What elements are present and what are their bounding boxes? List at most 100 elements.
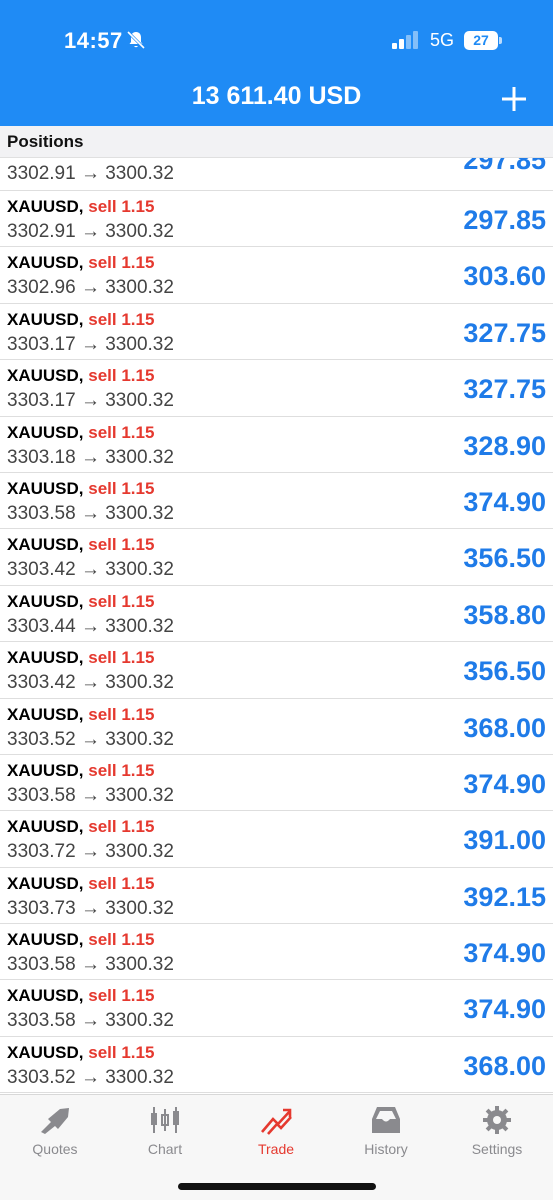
position-row[interactable]: XAUUSD, sell 1.15 3303.72 → 3300.32 391.… — [0, 811, 553, 868]
position-side: sell 1.15 — [88, 704, 155, 724]
position-profit: 391.00 — [463, 825, 546, 856]
position-profit: 374.90 — [463, 938, 546, 969]
status-time: 14:57 — [64, 28, 123, 53]
symbol-text: XAUUSD, — [7, 1042, 84, 1062]
position-profit: 374.90 — [463, 768, 546, 799]
position-prices: 3303.17 → 3300.32 — [7, 390, 174, 412]
symbol-text: XAUUSD, — [7, 535, 84, 555]
tab-label: Trade — [257, 1141, 295, 1157]
home-indicator[interactable] — [178, 1183, 376, 1190]
position-symbol: XAUUSD, sell 1.15 — [7, 479, 154, 499]
position-profit: 392.15 — [463, 881, 546, 912]
position-side: sell 1.15 — [88, 648, 155, 668]
position-symbol: XAUUSD, sell 1.15 — [7, 423, 154, 443]
symbol-text: XAUUSD, — [7, 309, 84, 329]
position-symbol: XAUUSD, sell 1.15 — [7, 986, 154, 1006]
battery-tip — [499, 37, 502, 44]
position-row[interactable]: XAUUSD, sell 1.15 3302.96 → 3300.32 303.… — [0, 247, 553, 304]
position-profit: 368.00 — [463, 712, 546, 743]
position-side: sell 1.15 — [88, 535, 155, 555]
position-row[interactable]: XAUUSD, sell 1.15 3303.18 → 3300.32 328.… — [0, 417, 553, 473]
position-side: sell 1.15 — [88, 817, 155, 837]
position-row[interactable]: XAUUSD, sell 1.15 3302.91 → 3300.32 297.… — [0, 191, 553, 248]
symbol-text: XAUUSD, — [7, 648, 84, 668]
positions-list[interactable]: 3302.91 → 3300.32 297.85 XAUUSD, sell 1.… — [0, 158, 553, 1094]
position-side: sell 1.15 — [88, 760, 155, 780]
position-row[interactable]: XAUUSD, sell 1.15 3303.58 → 3300.32 374.… — [0, 980, 553, 1037]
position-row[interactable]: XAUUSD, sell 1.15 3303.44 → 3300.32 358.… — [0, 586, 553, 643]
position-row[interactable]: XAUUSD, sell 1.15 3303.58 → 3300.32 374.… — [0, 473, 553, 530]
symbol-text: XAUUSD, — [7, 986, 84, 1006]
symbol-text: XAUUSD, — [7, 591, 84, 611]
position-prices: 3303.58 → 3300.32 — [7, 784, 174, 806]
position-side: sell 1.15 — [88, 478, 155, 498]
position-symbol: XAUUSD, sell 1.15 — [7, 817, 154, 837]
position-prices: 3302.91 → 3300.32 — [7, 163, 174, 184]
position-symbol: XAUUSD, sell 1.15 — [7, 705, 154, 725]
section-title: Positions — [7, 132, 84, 151]
position-side: sell 1.15 — [88, 930, 155, 950]
position-prices: 3302.91 → 3300.32 — [7, 221, 174, 242]
cellular-signal-icon — [392, 31, 418, 49]
position-row[interactable]: XAUUSD, sell 1.15 3303.52 → 3300.32 368.… — [0, 699, 553, 755]
bell-muted-icon — [126, 30, 146, 50]
tab-label: History — [364, 1141, 408, 1157]
position-symbol: XAUUSD, sell 1.15 — [7, 648, 154, 668]
top-header: 14:57 5G 27 13 611.40 USD — [0, 0, 553, 126]
symbol-text: XAUUSD, — [7, 253, 84, 273]
position-prices: 3303.58 → 3300.32 — [7, 502, 174, 524]
symbol-text: XAUUSD, — [7, 930, 84, 950]
position-profit: 328.90 — [463, 430, 546, 461]
tab-label: Chart — [147, 1141, 183, 1157]
position-profit: 327.75 — [463, 374, 546, 405]
positions-section-header: Positions — [0, 126, 553, 158]
tab-chart[interactable]: Chart — [110, 1095, 220, 1165]
position-row[interactable]: XAUUSD, sell 1.15 3303.17 → 3300.32 327.… — [0, 304, 553, 361]
history-icon — [372, 1107, 400, 1133]
position-prices: 3303.52 → 3300.32 — [7, 1066, 174, 1088]
position-prices: 3303.72 → 3300.32 — [7, 841, 174, 863]
position-row[interactable]: 3302.91 → 3300.32 297.85 — [0, 158, 553, 191]
position-row[interactable]: XAUUSD, sell 1.15 3303.42 → 3300.32 356.… — [0, 642, 553, 699]
position-row[interactable]: XAUUSD, sell 1.15 3303.17 → 3300.32 327.… — [0, 360, 553, 417]
symbol-text: XAUUSD, — [7, 704, 84, 724]
account-balance: 13 611.40 USD — [191, 82, 362, 110]
position-row[interactable]: XAUUSD, sell 1.15 3303.58 → 3300.32 374.… — [0, 755, 553, 812]
position-prices: 3303.42 → 3300.32 — [7, 672, 174, 694]
tab-history[interactable]: History — [331, 1095, 441, 1165]
position-symbol: XAUUSD, sell 1.15 — [7, 366, 154, 386]
tab-quotes[interactable]: Quotes — [0, 1095, 110, 1165]
position-symbol: XAUUSD, sell 1.15 — [7, 761, 154, 781]
position-side: sell 1.15 — [88, 253, 155, 273]
position-prices: 3303.17 → 3300.32 — [7, 333, 174, 355]
tab-label: Settings — [471, 1141, 523, 1157]
position-prices: 3303.44 → 3300.32 — [7, 615, 174, 637]
tab-trade[interactable]: Trade — [221, 1095, 331, 1165]
position-row[interactable]: XAUUSD, sell 1.15 3303.73 → 3300.32 392.… — [0, 868, 553, 925]
position-symbol: XAUUSD, sell 1.15 — [7, 253, 154, 273]
tab-settings[interactable]: Settings — [442, 1095, 552, 1165]
position-profit: 297.85 — [463, 205, 546, 235]
tab-label: Quotes — [32, 1141, 78, 1157]
position-row[interactable]: XAUUSD, sell 1.15 3303.42 → 3300.32 356.… — [0, 529, 553, 586]
add-order-button[interactable] — [498, 84, 530, 114]
position-symbol: XAUUSD, sell 1.15 — [7, 310, 154, 330]
position-profit: 356.50 — [463, 656, 546, 687]
battery-indicator: 27 — [464, 31, 498, 50]
position-prices: 3303.73 → 3300.32 — [7, 897, 174, 919]
position-symbol: XAUUSD, sell 1.15 — [7, 535, 154, 555]
settings-icon — [483, 1106, 511, 1134]
position-symbol: XAUUSD, sell 1.15 — [7, 874, 154, 894]
position-prices: 3303.58 → 3300.32 — [7, 954, 174, 976]
position-row[interactable]: XAUUSD, sell 1.15 3303.58 → 3300.32 374.… — [0, 924, 553, 981]
position-symbol: XAUUSD, sell 1.15 — [7, 197, 154, 217]
position-profit: 303.60 — [463, 261, 546, 292]
symbol-text: XAUUSD, — [7, 817, 84, 837]
symbol-text: XAUUSD, — [7, 197, 84, 216]
position-symbol: XAUUSD, sell 1.15 — [7, 1043, 154, 1063]
position-prices: 3303.58 → 3300.32 — [7, 1010, 174, 1032]
position-profit: 374.90 — [463, 486, 546, 517]
position-row[interactable]: XAUUSD, sell 1.15 3303.52 → 3300.32 368.… — [0, 1037, 553, 1094]
position-side: sell 1.15 — [88, 197, 155, 216]
position-prices: 3302.96 → 3300.32 — [7, 277, 174, 299]
